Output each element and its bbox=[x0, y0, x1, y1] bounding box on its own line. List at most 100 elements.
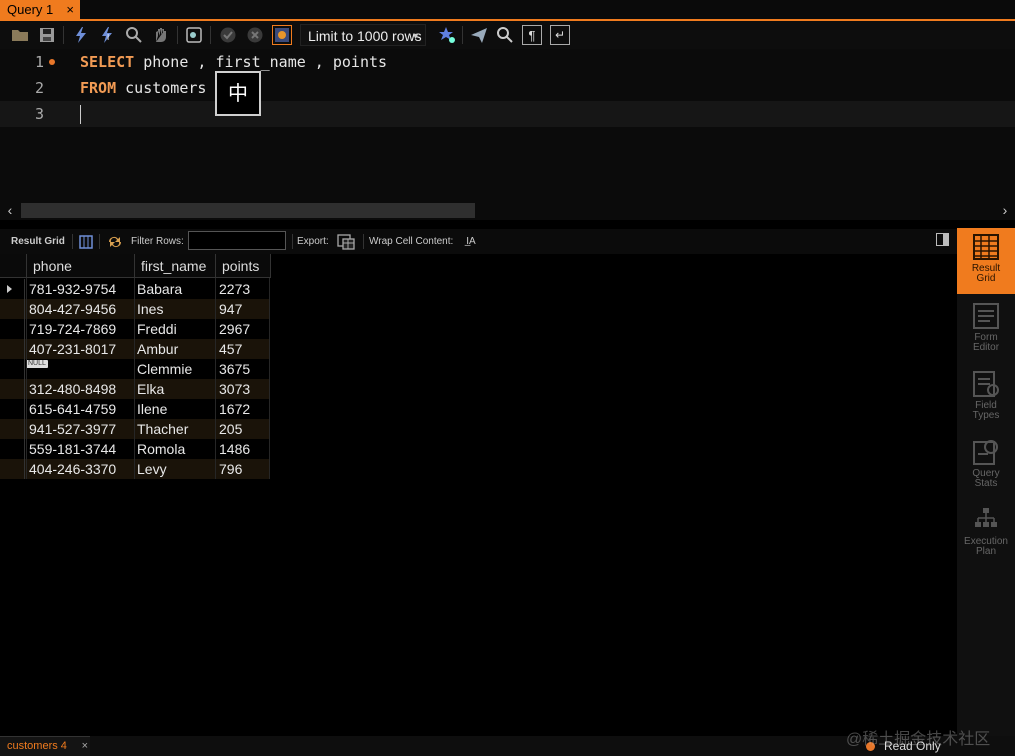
wrap-icon[interactable]: ↵ bbox=[550, 25, 570, 45]
table-row[interactable]: NULL Clemmie 3675 bbox=[0, 359, 270, 379]
cell-first-name[interactable]: Thacher bbox=[137, 419, 188, 439]
row-header[interactable] bbox=[0, 459, 25, 479]
column-header-first-name[interactable]: first_name bbox=[135, 254, 216, 278]
null-badge[interactable]: NULL bbox=[26, 360, 48, 368]
cell-points[interactable]: 3675 bbox=[219, 359, 250, 379]
cell-phone[interactable]: 804-427-9456 bbox=[29, 299, 116, 319]
cell-points[interactable]: 3073 bbox=[219, 379, 250, 399]
watermark: @稀土掘金技术社区 bbox=[846, 731, 991, 748]
result-tab-customers-4[interactable]: customers 4 × bbox=[0, 736, 90, 756]
table-row[interactable]: 407-231-8017 Ambur 457 bbox=[0, 339, 270, 359]
text-caret bbox=[80, 105, 81, 124]
row-header[interactable] bbox=[0, 319, 25, 339]
stop-icon[interactable] bbox=[151, 25, 171, 45]
cell-points[interactable]: 1672 bbox=[219, 399, 250, 419]
line-number: 1 bbox=[34, 53, 44, 71]
close-tab-icon[interactable]: × bbox=[66, 0, 74, 19]
execute-icon[interactable] bbox=[71, 25, 91, 45]
sql-keyword: SELECT bbox=[80, 53, 135, 71]
table-row[interactable]: 559-181-3744 Romola 1486 bbox=[0, 439, 270, 459]
cell-phone[interactable]: 559-181-3744 bbox=[29, 439, 116, 459]
panel-label: Stats bbox=[974, 478, 998, 489]
limit-rows-select[interactable]: Limit to 1000 rows ▼ bbox=[300, 24, 426, 46]
cell-first-name[interactable]: Ambur bbox=[137, 339, 178, 359]
commit-icon[interactable] bbox=[218, 25, 238, 45]
table-row[interactable]: 404-246-3370 Levy 796 bbox=[0, 459, 270, 479]
column-divider bbox=[26, 278, 27, 479]
toggle-output-icon[interactable] bbox=[184, 25, 204, 45]
scroll-left-icon[interactable]: ‹ bbox=[0, 201, 20, 220]
autocommit-icon[interactable] bbox=[272, 25, 292, 45]
invisibles-icon[interactable]: ¶ bbox=[522, 25, 542, 45]
cell-points[interactable]: 457 bbox=[219, 339, 242, 359]
save-icon[interactable] bbox=[37, 25, 57, 45]
export-icon[interactable] bbox=[337, 233, 355, 250]
filter-rows-input[interactable] bbox=[188, 231, 286, 250]
cell-phone[interactable]: 941-527-3977 bbox=[29, 419, 116, 439]
explain-icon[interactable] bbox=[124, 25, 144, 45]
cell-phone[interactable]: 404-246-3370 bbox=[29, 459, 116, 479]
execution-plan-panel-button[interactable]: Execution Plan bbox=[957, 506, 1015, 557]
wrap-cell-icon[interactable]: I̲A bbox=[462, 233, 480, 250]
cell-points[interactable]: 1486 bbox=[219, 439, 250, 459]
scrollbar-thumb[interactable] bbox=[21, 203, 475, 218]
editor-horizontal-scrollbar[interactable]: ‹ › bbox=[0, 201, 1015, 220]
cell-phone[interactable]: 407-231-8017 bbox=[29, 339, 116, 359]
table-row[interactable]: 941-527-3977 Thacher 205 bbox=[0, 419, 270, 439]
beautify-icon[interactable] bbox=[437, 25, 457, 45]
send-icon[interactable] bbox=[469, 25, 489, 45]
tab-query-1[interactable]: Query 1 × bbox=[0, 0, 80, 19]
toggle-side-panel-icon[interactable] bbox=[936, 233, 949, 246]
cell-points[interactable]: 205 bbox=[219, 419, 242, 439]
table-row[interactable]: 615-641-4759 Ilene 1672 bbox=[0, 399, 270, 419]
query-tab-bar: Query 1 × bbox=[0, 0, 1015, 21]
cell-first-name[interactable]: Levy bbox=[137, 459, 167, 479]
scroll-right-icon[interactable]: › bbox=[995, 201, 1015, 220]
cell-first-name[interactable]: Babara bbox=[137, 279, 182, 299]
row-header[interactable] bbox=[0, 399, 25, 419]
cell-first-name[interactable]: Elka bbox=[137, 379, 164, 399]
row-header[interactable] bbox=[0, 339, 25, 359]
find-icon[interactable] bbox=[495, 25, 515, 45]
cell-phone[interactable]: 615-641-4759 bbox=[29, 399, 116, 419]
row-header[interactable] bbox=[0, 359, 25, 379]
cell-first-name[interactable]: Romola bbox=[137, 439, 185, 459]
row-header[interactable] bbox=[0, 419, 25, 439]
row-header[interactable] bbox=[0, 439, 25, 459]
result-grid-panel-button[interactable]: Result Grid bbox=[957, 228, 1015, 294]
limit-rows-value: Limit to 1000 rows bbox=[308, 28, 422, 44]
column-header-phone[interactable]: phone bbox=[27, 254, 135, 278]
table-row[interactable]: 781-932-9754 Babara 2273 bbox=[0, 279, 270, 299]
rollback-icon[interactable] bbox=[245, 25, 265, 45]
cell-points[interactable]: 2967 bbox=[219, 319, 250, 339]
table-row[interactable]: 804-427-9456 Ines 947 bbox=[0, 299, 270, 319]
close-result-tab-icon[interactable]: × bbox=[82, 737, 88, 755]
cell-points[interactable]: 2273 bbox=[219, 279, 250, 299]
table-row[interactable]: 312-480-8498 Elka 3073 bbox=[0, 379, 270, 399]
cell-phone[interactable]: 781-932-9754 bbox=[29, 279, 116, 299]
panel-label: Plan bbox=[975, 546, 996, 557]
cell-phone[interactable]: 719-724-7869 bbox=[29, 319, 116, 339]
execute-current-icon[interactable]: I bbox=[97, 25, 117, 45]
field-types-panel-button[interactable]: Field Types bbox=[957, 370, 1015, 421]
refresh-icon[interactable] bbox=[106, 233, 124, 250]
cell-first-name[interactable]: Clemmie bbox=[137, 359, 192, 379]
row-header[interactable] bbox=[0, 379, 25, 399]
form-editor-panel-button[interactable]: Form Editor bbox=[957, 302, 1015, 353]
sql-editor-toolbar: I Limit to 1000 rows ▼ ¶ ↵ bbox=[0, 21, 1015, 49]
column-header-points[interactable]: points bbox=[216, 254, 271, 278]
folder-icon[interactable] bbox=[10, 25, 30, 45]
cell-first-name[interactable]: Ilene bbox=[137, 399, 167, 419]
table-row[interactable]: 719-724-7869 Freddi 2967 bbox=[0, 319, 270, 339]
side-panel: Result Grid Form Editor Field Types Query St… bbox=[957, 228, 1015, 736]
cell-first-name[interactable]: Ines bbox=[137, 299, 163, 319]
query-stats-panel-button[interactable]: Query Stats bbox=[957, 438, 1015, 489]
cell-points[interactable]: 796 bbox=[219, 459, 242, 479]
cell-phone[interactable]: 312-480-8498 bbox=[29, 379, 116, 399]
row-header[interactable] bbox=[0, 299, 25, 319]
row-header[interactable] bbox=[0, 279, 25, 299]
cell-points[interactable]: 947 bbox=[219, 299, 242, 319]
sql-editor[interactable]: 1 SELECT phone , first_name , points 2 F… bbox=[0, 49, 1015, 201]
cell-first-name[interactable]: Freddi bbox=[137, 319, 177, 339]
grid-layout-icon[interactable] bbox=[77, 233, 95, 250]
